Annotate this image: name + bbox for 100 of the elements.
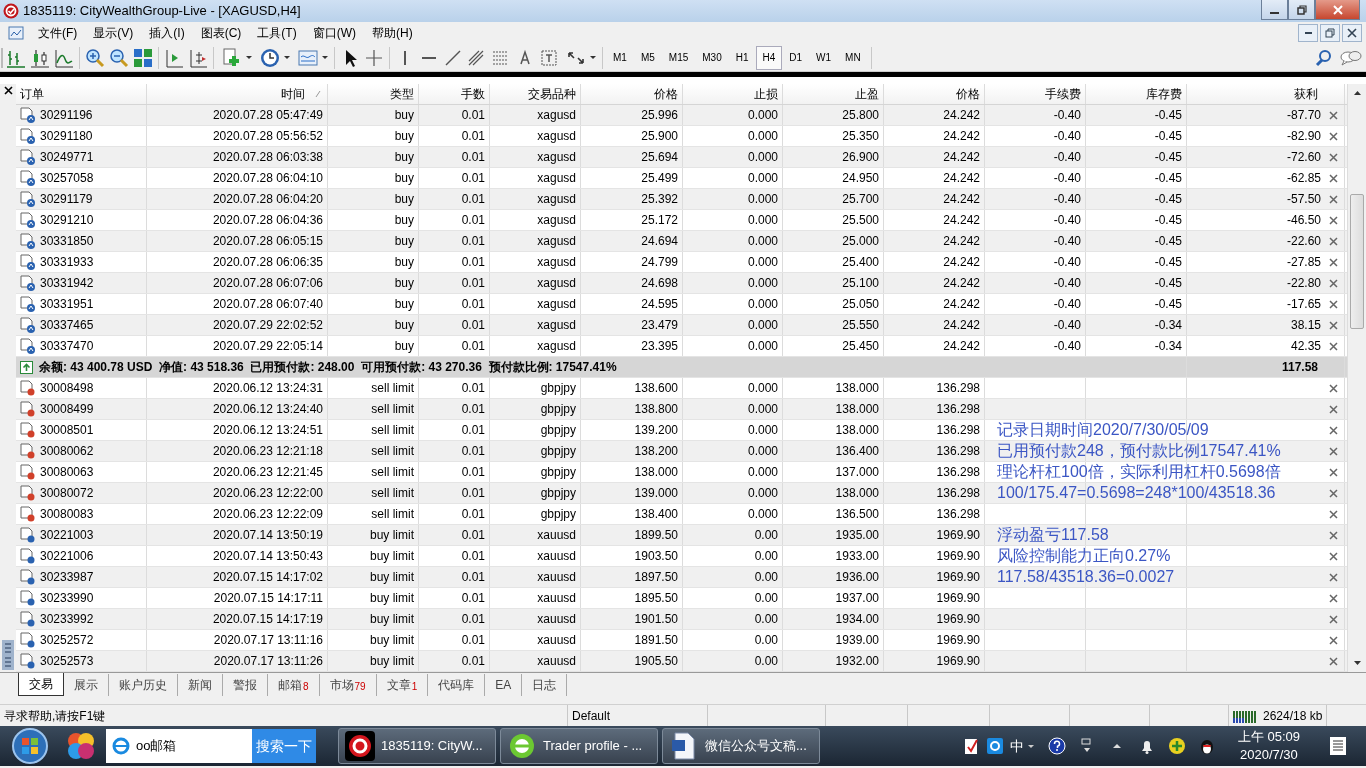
note-text: 风险控制能力正向0.27% bbox=[997, 546, 1172, 566]
order-number: 30291196 bbox=[40, 107, 93, 124]
table-cell: 24.242 bbox=[884, 294, 985, 314]
close-icon[interactable] bbox=[1329, 320, 1338, 330]
timeframe-button[interactable]: H4 bbox=[755, 45, 783, 70]
help-icon[interactable] bbox=[1047, 737, 1066, 755]
table-cell: xagusd bbox=[490, 189, 581, 209]
scrollbar[interactable] bbox=[1347, 84, 1366, 672]
table-cell: sell limit bbox=[328, 399, 419, 419]
close-icon[interactable] bbox=[1329, 530, 1338, 540]
column-header[interactable]: 获利 bbox=[1187, 84, 1345, 104]
ime-indicator[interactable]: 中 bbox=[1009, 735, 1024, 757]
close-icon[interactable] bbox=[1329, 572, 1338, 582]
table-cell: 24.242 bbox=[884, 315, 985, 335]
close-icon[interactable] bbox=[1329, 404, 1338, 414]
tab[interactable]: 市场79 bbox=[319, 674, 377, 696]
tab[interactable]: 文章1 bbox=[376, 674, 429, 696]
menu-item[interactable]: 文件(F) bbox=[30, 24, 86, 42]
order-number: 30331933 bbox=[40, 254, 94, 271]
close-icon[interactable] bbox=[1329, 152, 1338, 162]
tab[interactable]: 展示 bbox=[64, 674, 109, 696]
column-header[interactable]: 止损 bbox=[683, 84, 783, 104]
taskbar-item[interactable]: 1835119: CityW... bbox=[338, 728, 496, 764]
close-icon[interactable] bbox=[1329, 173, 1338, 183]
close-icon[interactable] bbox=[1329, 614, 1338, 624]
close-icon[interactable] bbox=[1329, 341, 1338, 351]
column-header[interactable]: 价格 bbox=[884, 84, 985, 104]
timeframe-button[interactable]: M1 bbox=[606, 45, 634, 70]
taskbar-item[interactable]: Trader profile - ... bbox=[500, 728, 658, 764]
menu-item[interactable]: 图表(C) bbox=[192, 24, 250, 42]
table-cell: gbpjpy bbox=[490, 483, 581, 503]
column-header[interactable]: 订单 bbox=[16, 84, 147, 104]
menu-item[interactable]: 插入(I) bbox=[141, 24, 193, 42]
close-icon[interactable] bbox=[1329, 215, 1338, 225]
timeframe-button[interactable]: M15 bbox=[661, 45, 696, 70]
close-icon[interactable] bbox=[1329, 488, 1338, 498]
column-header[interactable]: 价格 bbox=[581, 84, 683, 104]
close-icon[interactable] bbox=[1329, 656, 1338, 666]
close-icon[interactable] bbox=[1329, 425, 1338, 435]
column-header[interactable]: 库存费 bbox=[1086, 84, 1187, 104]
table-cell: -0.40 bbox=[985, 126, 1086, 146]
tab[interactable]: EA bbox=[485, 674, 523, 696]
menu-item[interactable]: 窗口(W) bbox=[304, 24, 364, 42]
minimize-button[interactable] bbox=[1261, 0, 1288, 20]
search-box[interactable]: oo邮箱 bbox=[106, 729, 252, 763]
table-cell: -0.40 bbox=[985, 273, 1086, 293]
tab[interactable]: 日志 bbox=[522, 674, 568, 696]
timeframe-button[interactable]: W1 bbox=[809, 45, 839, 70]
close-icon[interactable] bbox=[1329, 194, 1338, 204]
add-app-icon[interactable] bbox=[1167, 737, 1186, 755]
menu-item[interactable]: 工具(T) bbox=[249, 24, 305, 42]
timeframe-button[interactable]: D1 bbox=[782, 45, 810, 70]
mdi-restore-button[interactable] bbox=[1320, 24, 1340, 42]
close-icon[interactable] bbox=[1329, 131, 1338, 141]
restore-button[interactable] bbox=[1288, 0, 1315, 20]
column-header[interactable]: 手数 bbox=[419, 84, 490, 104]
close-icon[interactable] bbox=[1329, 383, 1338, 393]
menu-item[interactable]: 显示(V) bbox=[85, 24, 142, 42]
timeframe-button[interactable]: H1 bbox=[728, 45, 756, 70]
close-icon[interactable] bbox=[1329, 467, 1338, 477]
tab[interactable]: 交易 bbox=[18, 673, 64, 696]
search-button[interactable]: 搜索一下 bbox=[252, 729, 316, 763]
timeframe-button[interactable]: MN bbox=[838, 45, 868, 70]
clock-date[interactable]: 2020/7/30 bbox=[1237, 746, 1300, 764]
close-icon[interactable] bbox=[1329, 236, 1338, 246]
close-icon[interactable] bbox=[1329, 278, 1338, 288]
tab[interactable]: 邮箱8 bbox=[268, 674, 320, 696]
column-header[interactable]: 交易品种 bbox=[490, 84, 581, 104]
table-cell: 0.01 bbox=[419, 651, 490, 671]
column-header[interactable]: 手续费 bbox=[985, 84, 1086, 104]
column-header[interactable]: 止盈 bbox=[783, 84, 884, 104]
taskbar-item[interactable]: 微信公众号文稿... bbox=[662, 728, 820, 764]
close-icon[interactable] bbox=[1329, 593, 1338, 603]
tab[interactable]: 新闻 bbox=[178, 674, 223, 696]
close-icon[interactable] bbox=[1329, 509, 1338, 519]
close-icon[interactable] bbox=[1329, 551, 1338, 561]
column-header[interactable]: 类型 bbox=[328, 84, 419, 104]
close-icon[interactable] bbox=[1329, 635, 1338, 645]
menu-item[interactable]: 帮助(H) bbox=[364, 24, 421, 42]
table-cell: -0.40 bbox=[985, 168, 1086, 188]
table-cell: -0.45 bbox=[1086, 294, 1187, 314]
tab[interactable]: 代码库 bbox=[428, 674, 486, 696]
clock-time[interactable]: 上午 05:09 bbox=[1237, 728, 1300, 746]
close-button[interactable] bbox=[1315, 0, 1360, 20]
timeframe-button[interactable]: M30 bbox=[695, 45, 729, 70]
tab[interactable]: 账户历史 bbox=[109, 674, 178, 696]
close-icon[interactable] bbox=[1329, 299, 1338, 309]
close-icon[interactable] bbox=[1329, 257, 1338, 267]
tab[interactable]: 警报 bbox=[223, 674, 268, 696]
close-icon[interactable] bbox=[1329, 110, 1338, 120]
table-cell: 0.01 bbox=[419, 252, 490, 272]
table-cell: buy limit bbox=[328, 588, 419, 608]
mdi-close-button[interactable] bbox=[1342, 24, 1362, 42]
table-cell: 1969.90 bbox=[884, 609, 985, 629]
column-header[interactable]: 时间 bbox=[147, 84, 328, 104]
close-icon[interactable] bbox=[1329, 446, 1338, 456]
scroll-thumb[interactable] bbox=[1350, 194, 1364, 329]
mdi-minimize-button[interactable] bbox=[1298, 24, 1318, 42]
timeframe-button[interactable]: M5 bbox=[633, 45, 662, 70]
table-cell: 24.242 bbox=[884, 336, 985, 356]
